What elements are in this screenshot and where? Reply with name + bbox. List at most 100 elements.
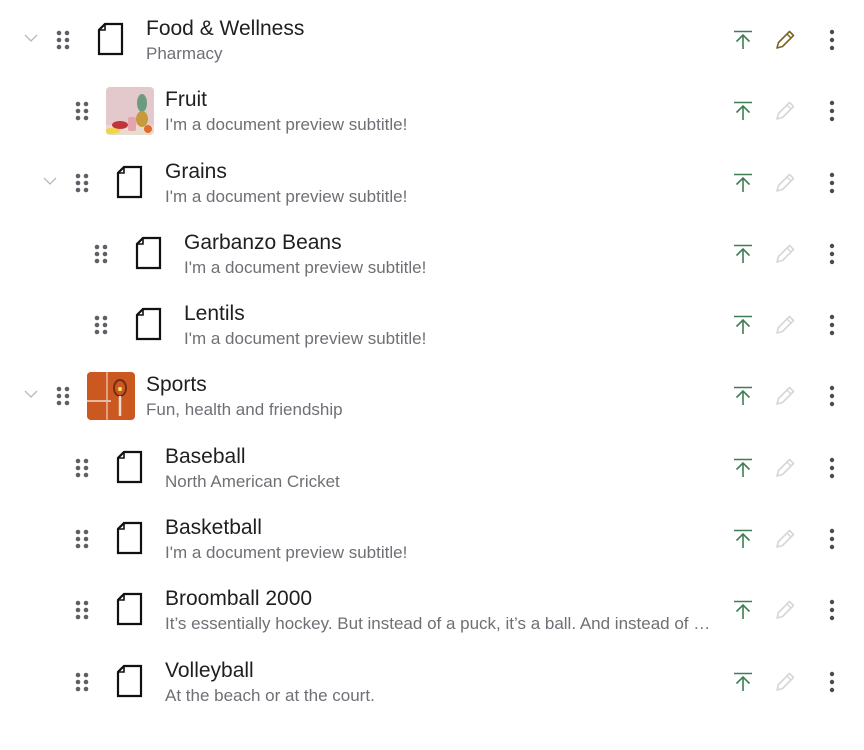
drag-handle[interactable]: [56, 29, 70, 51]
drag-handle-icon: [75, 101, 89, 121]
edit-button[interactable]: [773, 670, 797, 694]
drag-handle[interactable]: [75, 528, 89, 550]
more-vertical-icon: [829, 172, 835, 193]
drag-handle-icon: [75, 458, 89, 478]
fruit-image: [106, 87, 154, 136]
chevron-down-icon: [24, 391, 38, 399]
tree-item[interactable]: Baseball North American Cricket: [0, 432, 864, 503]
edit-button[interactable]: [773, 313, 797, 337]
item-text: Grains I'm a document preview subtitle!: [165, 159, 716, 208]
move-to-top-button[interactable]: [731, 598, 755, 622]
drag-handle-icon: [75, 672, 89, 691]
item-subtitle: I'm a document preview subtitle!: [165, 543, 408, 563]
drag-handle[interactable]: [56, 385, 70, 407]
edit-button[interactable]: [773, 384, 797, 408]
item-text: Sports Fun, health and friendship: [146, 372, 716, 421]
drag-handle[interactable]: [94, 243, 108, 265]
more-options-button[interactable]: [820, 527, 844, 551]
drag-handle[interactable]: [75, 457, 89, 479]
edit-button[interactable]: [773, 598, 797, 622]
drag-handle[interactable]: [75, 671, 89, 693]
edit-button[interactable]: [773, 456, 797, 480]
more-options-button[interactable]: [820, 598, 844, 622]
item-subtitle: Fun, health and friendship: [146, 400, 343, 420]
move-to-top-button[interactable]: [731, 242, 755, 266]
drag-handle-icon: [56, 30, 70, 50]
expand-toggle[interactable]: [43, 174, 57, 188]
tree-item[interactable]: Food & Wellness Pharmacy: [0, 4, 864, 75]
item-text: Garbanzo Beans I'm a document preview sub…: [184, 230, 716, 279]
move-to-top-button[interactable]: [731, 28, 755, 52]
move-to-top-button[interactable]: [731, 313, 755, 337]
tree-item[interactable]: Grains I'm a document preview subtitle!: [0, 147, 864, 218]
drag-handle[interactable]: [75, 172, 89, 194]
tree-item[interactable]: Lentils I'm a document preview subtitle!: [0, 289, 864, 360]
tree-item[interactable]: Garbanzo Beans I'm a document preview sub…: [0, 218, 864, 289]
edit-button[interactable]: [773, 99, 797, 123]
more-options-button[interactable]: [820, 456, 844, 480]
more-vertical-icon: [829, 386, 835, 407]
more-options-button[interactable]: [820, 313, 844, 337]
tree-item[interactable]: Sports Fun, health and friendship: [0, 360, 864, 431]
chevron-down-icon: [24, 34, 38, 42]
document-icon-wrap: [116, 592, 144, 626]
item-title: Lentils: [184, 302, 245, 326]
edit-button[interactable]: [773, 242, 797, 266]
more-options-button[interactable]: [820, 28, 844, 52]
drag-handle-icon: [75, 601, 89, 620]
move-to-top-button[interactable]: [731, 171, 755, 195]
expand-toggle[interactable]: [24, 387, 38, 401]
item-title: Volleyball: [165, 658, 254, 682]
move-to-top-icon: [734, 30, 752, 49]
edit-button[interactable]: [773, 527, 797, 551]
drag-handle-icon: [56, 387, 70, 406]
document-icon: [116, 593, 143, 626]
more-options-button[interactable]: [820, 384, 844, 408]
document-icon: [135, 236, 162, 269]
more-vertical-icon: [829, 671, 835, 692]
tree-item[interactable]: Fruit I'm a document preview subtitle!: [0, 75, 864, 146]
item-subtitle: I'm a document preview subtitle!: [165, 186, 408, 206]
item-subtitle: I'm a document preview subtitle!: [184, 257, 427, 277]
move-to-top-button[interactable]: [731, 527, 755, 551]
pencil-icon: [776, 458, 795, 477]
drag-handle[interactable]: [75, 599, 89, 621]
expand-toggle[interactable]: [24, 31, 38, 45]
more-options-button[interactable]: [820, 242, 844, 266]
item-subtitle: North American Cricket: [165, 471, 340, 491]
item-title: Grains: [165, 159, 227, 183]
tree-item[interactable]: Volleyball At the beach or at the court.: [0, 646, 864, 717]
more-vertical-icon: [829, 528, 835, 550]
drag-handle[interactable]: [75, 100, 89, 122]
item-title: Fruit: [165, 88, 207, 112]
more-options-button[interactable]: [820, 171, 844, 195]
edit-button[interactable]: [773, 171, 797, 195]
item-subtitle: It’s essentially hockey. But instead of …: [165, 614, 716, 634]
more-options-button[interactable]: [820, 670, 844, 694]
chevron-down-icon: [43, 177, 57, 185]
sports-image: [87, 372, 135, 421]
item-title: Broomball 2000: [165, 587, 313, 611]
move-to-top-icon: [734, 387, 752, 406]
move-to-top-icon: [734, 458, 752, 477]
pencil-icon: [776, 315, 795, 334]
document-tree: Food & Wellness Pharmacy Fruit I'm a docum…: [0, 4, 864, 717]
document-icon-wrap: [135, 236, 163, 270]
more-vertical-icon: [829, 29, 835, 51]
more-options-button[interactable]: [820, 99, 844, 123]
document-icon-wrap: [135, 307, 163, 341]
tree-item[interactable]: Basketball I'm a document preview subtitl…: [0, 503, 864, 574]
document-icon: [135, 308, 162, 341]
move-to-top-icon: [734, 315, 752, 335]
move-to-top-button[interactable]: [731, 99, 755, 123]
item-text: Lentils I'm a document preview subtitle!: [184, 301, 716, 350]
tree-item[interactable]: Broomball 2000 It’s essentially hockey. B…: [0, 574, 864, 645]
drag-handle[interactable]: [94, 314, 108, 336]
move-to-top-button[interactable]: [731, 456, 755, 480]
pencil-icon: [776, 173, 795, 192]
pencil-icon: [776, 387, 795, 406]
move-to-top-button[interactable]: [731, 670, 755, 694]
edit-button[interactable]: [773, 28, 797, 52]
move-to-top-button[interactable]: [731, 384, 755, 408]
more-vertical-icon: [829, 600, 835, 621]
